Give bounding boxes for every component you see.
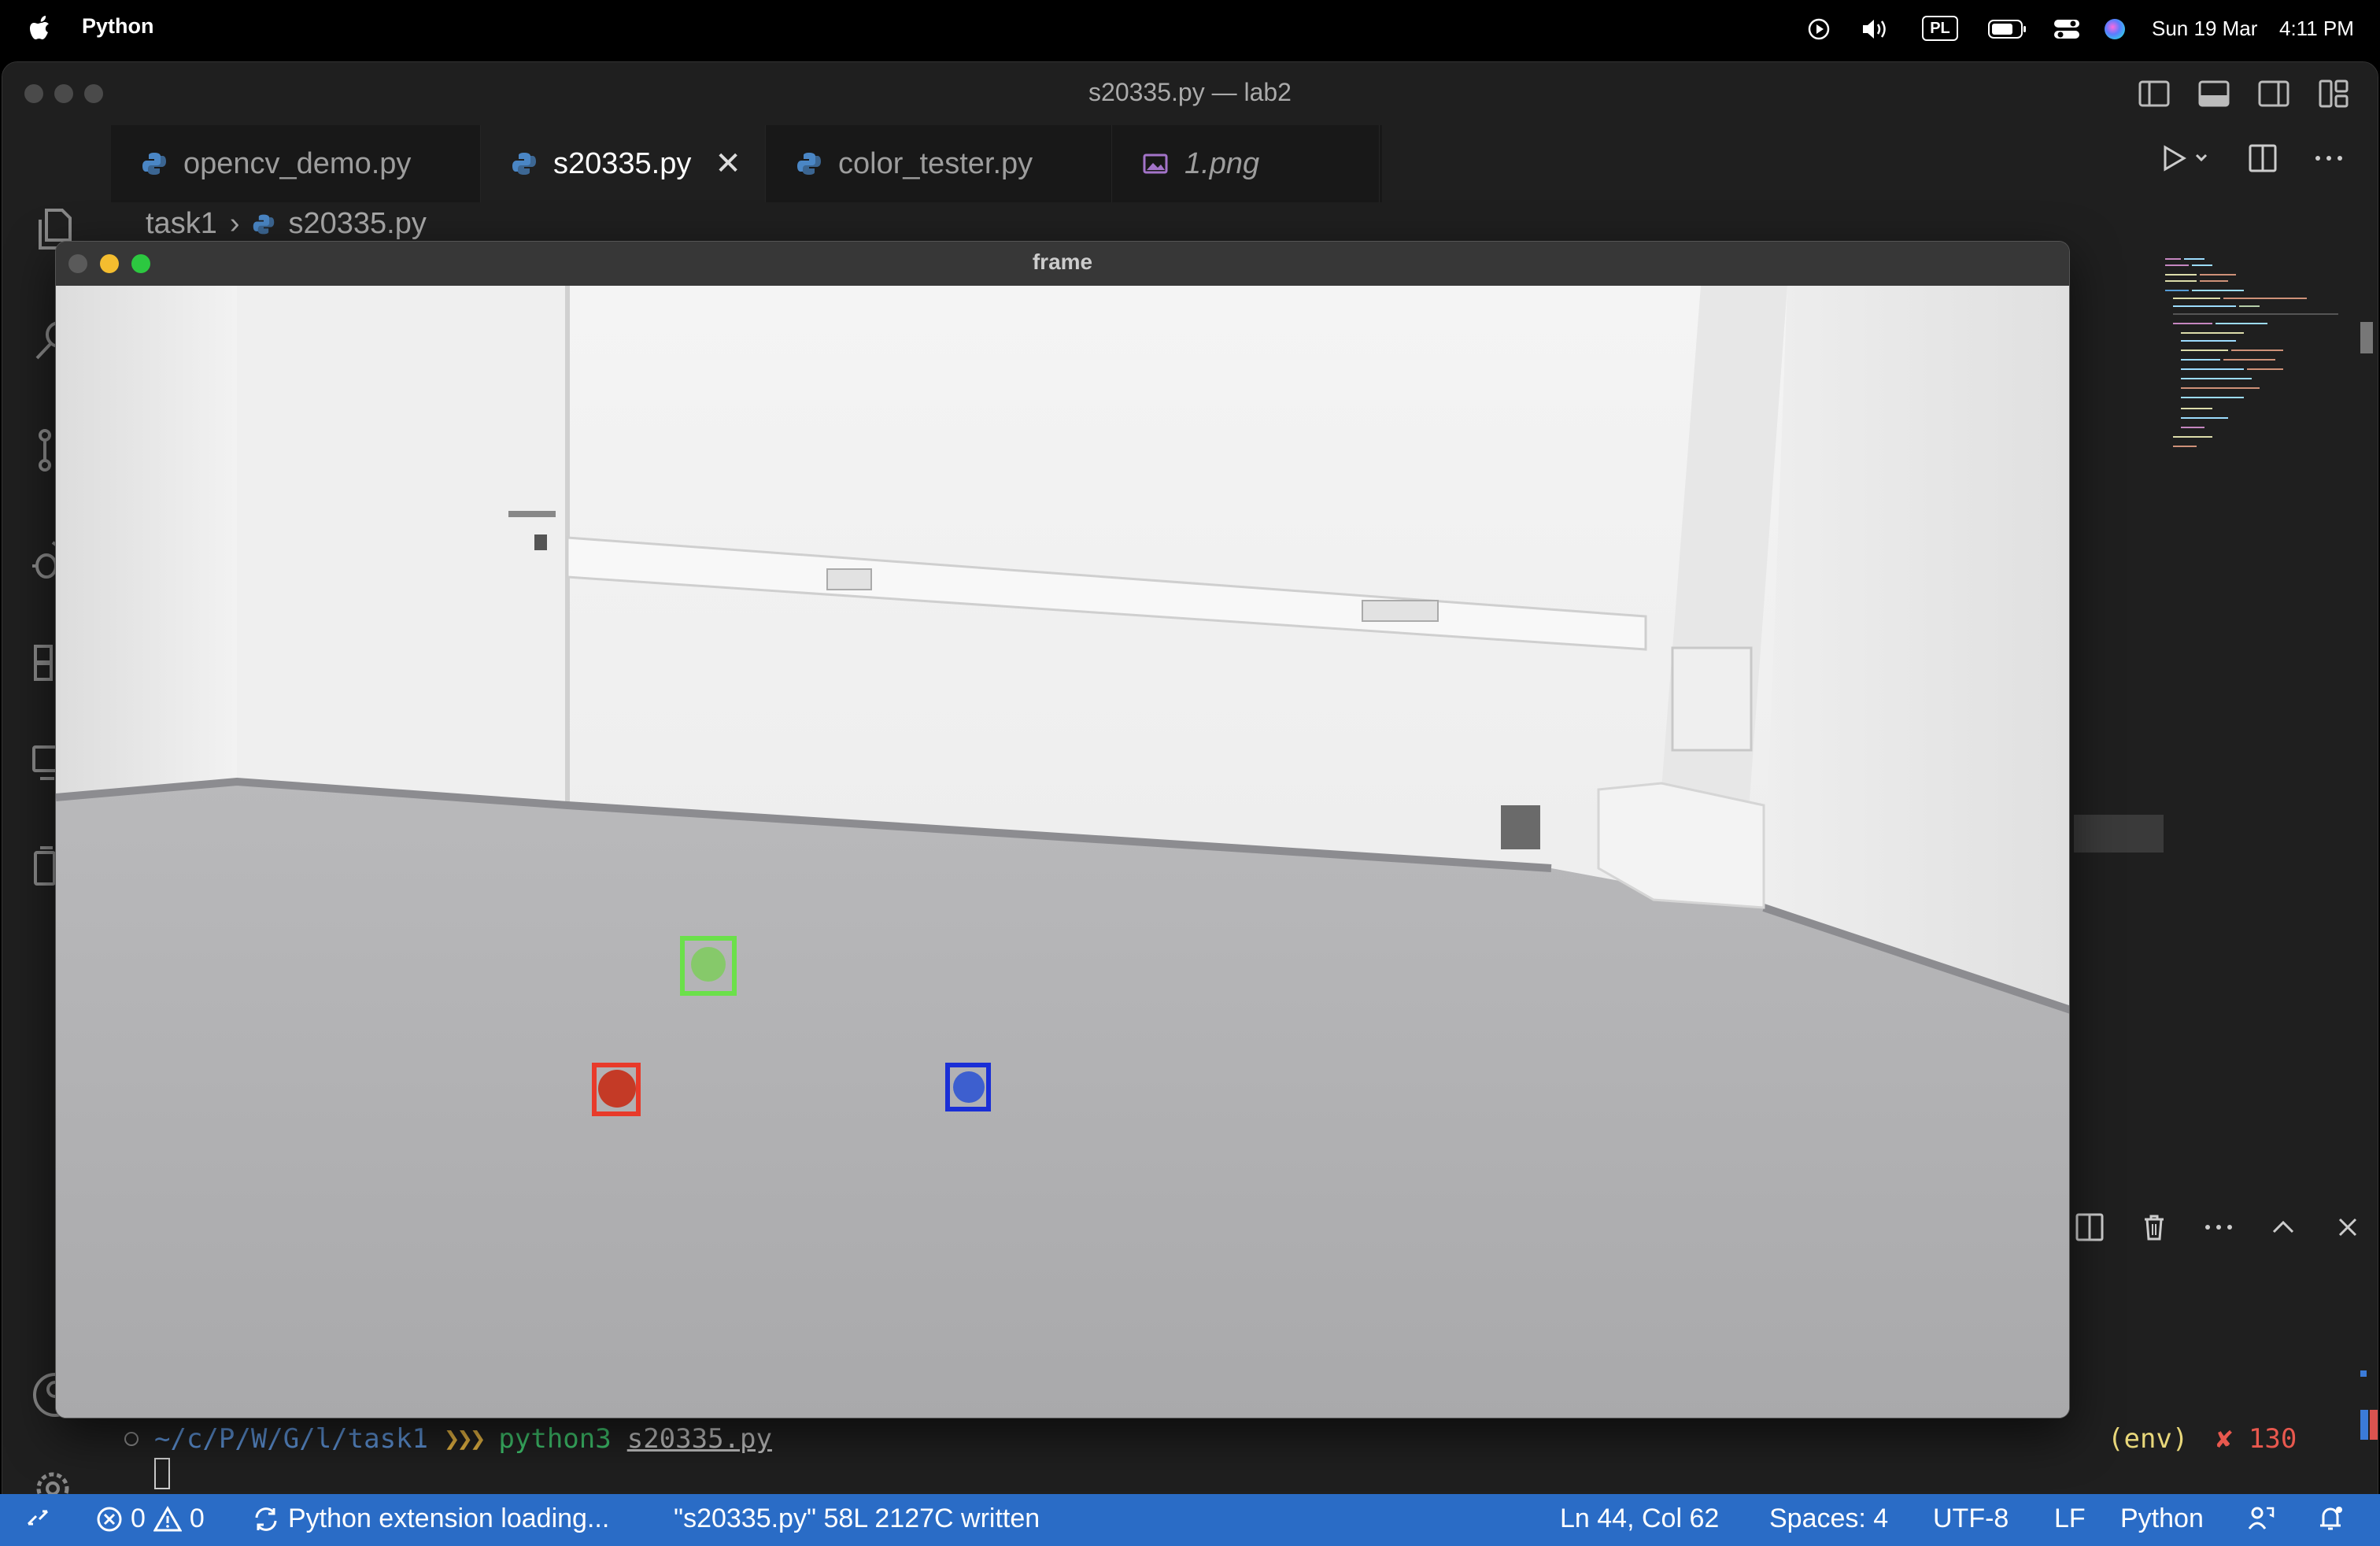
- macos-menubar: Python PL Sun 19 Mar 4:11 PM: [0, 0, 2380, 57]
- frame-titlebar[interactable]: frame: [56, 242, 2069, 286]
- chevron-right-icon: ›: [229, 207, 240, 240]
- control-center-icon[interactable]: [2053, 17, 2081, 41]
- python-extension-status[interactable]: Python extension loading...: [252, 1503, 609, 1534]
- python-icon: [253, 214, 275, 234]
- status-message: "s20335.py" 58L 2127C written: [674, 1503, 1040, 1533]
- scroll-marker: [2370, 1410, 2378, 1440]
- cursor-position[interactable]: Ln 44, Col 62: [1560, 1503, 1719, 1534]
- breadcrumb-file[interactable]: s20335.py: [288, 207, 426, 241]
- editor-tabs: opencv_demo.py s20335.py ✕ color_tester.…: [111, 125, 1382, 202]
- python-icon: [512, 153, 536, 175]
- app-name[interactable]: Python: [82, 14, 154, 39]
- close-tab-icon[interactable]: ✕: [715, 146, 741, 182]
- scroll-marker: [2360, 1370, 2367, 1377]
- battery-icon[interactable]: [1988, 19, 2027, 39]
- image-icon: [1143, 153, 1168, 174]
- error-count: 0: [131, 1503, 146, 1533]
- terminal-cursor: [154, 1458, 170, 1489]
- python-icon: [797, 153, 821, 175]
- opencv-frame-window[interactable]: frame: [55, 241, 2070, 1418]
- window-title: s20335.py — lab2: [1088, 78, 1292, 106]
- warning-icon: [153, 1505, 182, 1531]
- menubar-time[interactable]: 4:11 PM: [2279, 11, 2354, 46]
- chevron-up-icon[interactable]: [2267, 1211, 2299, 1243]
- run-python-file-icon[interactable]: [2159, 141, 2214, 176]
- editor-actions: [2159, 141, 2346, 176]
- python-icon: [142, 153, 166, 175]
- tab-color-tester[interactable]: color_tester.py: [766, 125, 1112, 202]
- panel-actions: [2074, 1211, 2363, 1243]
- status-bar: 0 0 Python extension loading... "s20335.…: [0, 1494, 2380, 1546]
- apple-icon[interactable]: [30, 14, 54, 43]
- breadcrumb: task1 › s20335.py: [146, 207, 427, 241]
- error-icon: [97, 1507, 122, 1531]
- terminal-exit-status: ✘ 130: [2216, 1423, 2297, 1455]
- tab-label: opencv_demo.py: [183, 146, 412, 180]
- tab-1-png[interactable]: 1.png: [1112, 125, 1380, 202]
- terminal-prompt-arrows: ❯❯❯: [444, 1423, 486, 1455]
- terminal-argument: s20335.py: [626, 1423, 772, 1455]
- terminal-prompt[interactable]: ~/c/P/W/G/l/task1 ❯❯❯ python3 s20335.py: [124, 1423, 772, 1455]
- camera-frame-image: [56, 286, 2069, 1418]
- indentation-setting[interactable]: Spaces: 4: [1769, 1503, 1888, 1534]
- language-mode[interactable]: Python: [2120, 1503, 2204, 1534]
- input-source-indicator[interactable]: PL: [1922, 16, 1958, 41]
- frame-title: frame: [1032, 250, 1093, 274]
- remote-icon: [27, 1510, 49, 1526]
- problems-indicator[interactable]: 0 0: [96, 1503, 205, 1534]
- scroll-marker: [2360, 1410, 2368, 1440]
- bell-icon: [2320, 1507, 2342, 1530]
- menubar-date[interactable]: Sun 19 Mar: [2152, 11, 2257, 46]
- warning-count: 0: [189, 1503, 205, 1533]
- tab-opencv-demo[interactable]: opencv_demo.py: [111, 125, 481, 202]
- minimap[interactable]: [2165, 251, 2354, 519]
- close-panel-icon[interactable]: [2332, 1211, 2363, 1243]
- trash-icon[interactable]: [2138, 1211, 2170, 1243]
- feedback-icon: [2248, 1507, 2275, 1529]
- tab-s20335[interactable]: s20335.py ✕: [481, 125, 766, 202]
- encoding-setting[interactable]: UTF-8: [1933, 1503, 2009, 1534]
- tab-label: 1.png: [1184, 146, 1260, 180]
- play-circle-icon[interactable]: [1807, 17, 1831, 41]
- siri-icon[interactable]: [2103, 17, 2127, 41]
- toggle-secondary-sidebar-icon[interactable]: [2256, 76, 2291, 111]
- toggle-primary-sidebar-icon[interactable]: [2137, 76, 2171, 111]
- remote-indicator[interactable]: [25, 1503, 50, 1532]
- editor-selection-highlight: [2074, 815, 2164, 853]
- split-editor-icon[interactable]: [2245, 141, 2280, 176]
- eol-setting[interactable]: LF: [2054, 1503, 2086, 1534]
- split-terminal-icon[interactable]: [2074, 1211, 2105, 1243]
- tab-label: s20335.py: [553, 146, 692, 180]
- sync-icon: [255, 1507, 277, 1531]
- customize-layout-icon[interactable]: [2316, 76, 2351, 111]
- tab-label: color_tester.py: [838, 146, 1033, 180]
- breadcrumb-folder[interactable]: task1: [146, 207, 217, 241]
- terminal-path: ~/c/P/W/G/l/task1: [154, 1423, 428, 1455]
- terminal-status-dot: [124, 1432, 139, 1446]
- feedback-button[interactable]: [2246, 1503, 2276, 1533]
- more-actions-icon[interactable]: [2312, 141, 2346, 176]
- notifications-button[interactable]: [2315, 1503, 2345, 1533]
- more-actions-icon[interactable]: [2203, 1211, 2234, 1243]
- volume-icon[interactable]: [1861, 17, 1892, 41]
- toggle-panel-icon[interactable]: [2197, 76, 2231, 111]
- editor-scrollbar-thumb[interactable]: [2360, 322, 2373, 353]
- python-extension-status-label: Python extension loading...: [288, 1503, 610, 1533]
- terminal-env: (env): [2108, 1423, 2189, 1455]
- terminal-command: python3: [498, 1423, 612, 1455]
- window-titlebar: s20335.py — lab2: [2, 62, 2378, 125]
